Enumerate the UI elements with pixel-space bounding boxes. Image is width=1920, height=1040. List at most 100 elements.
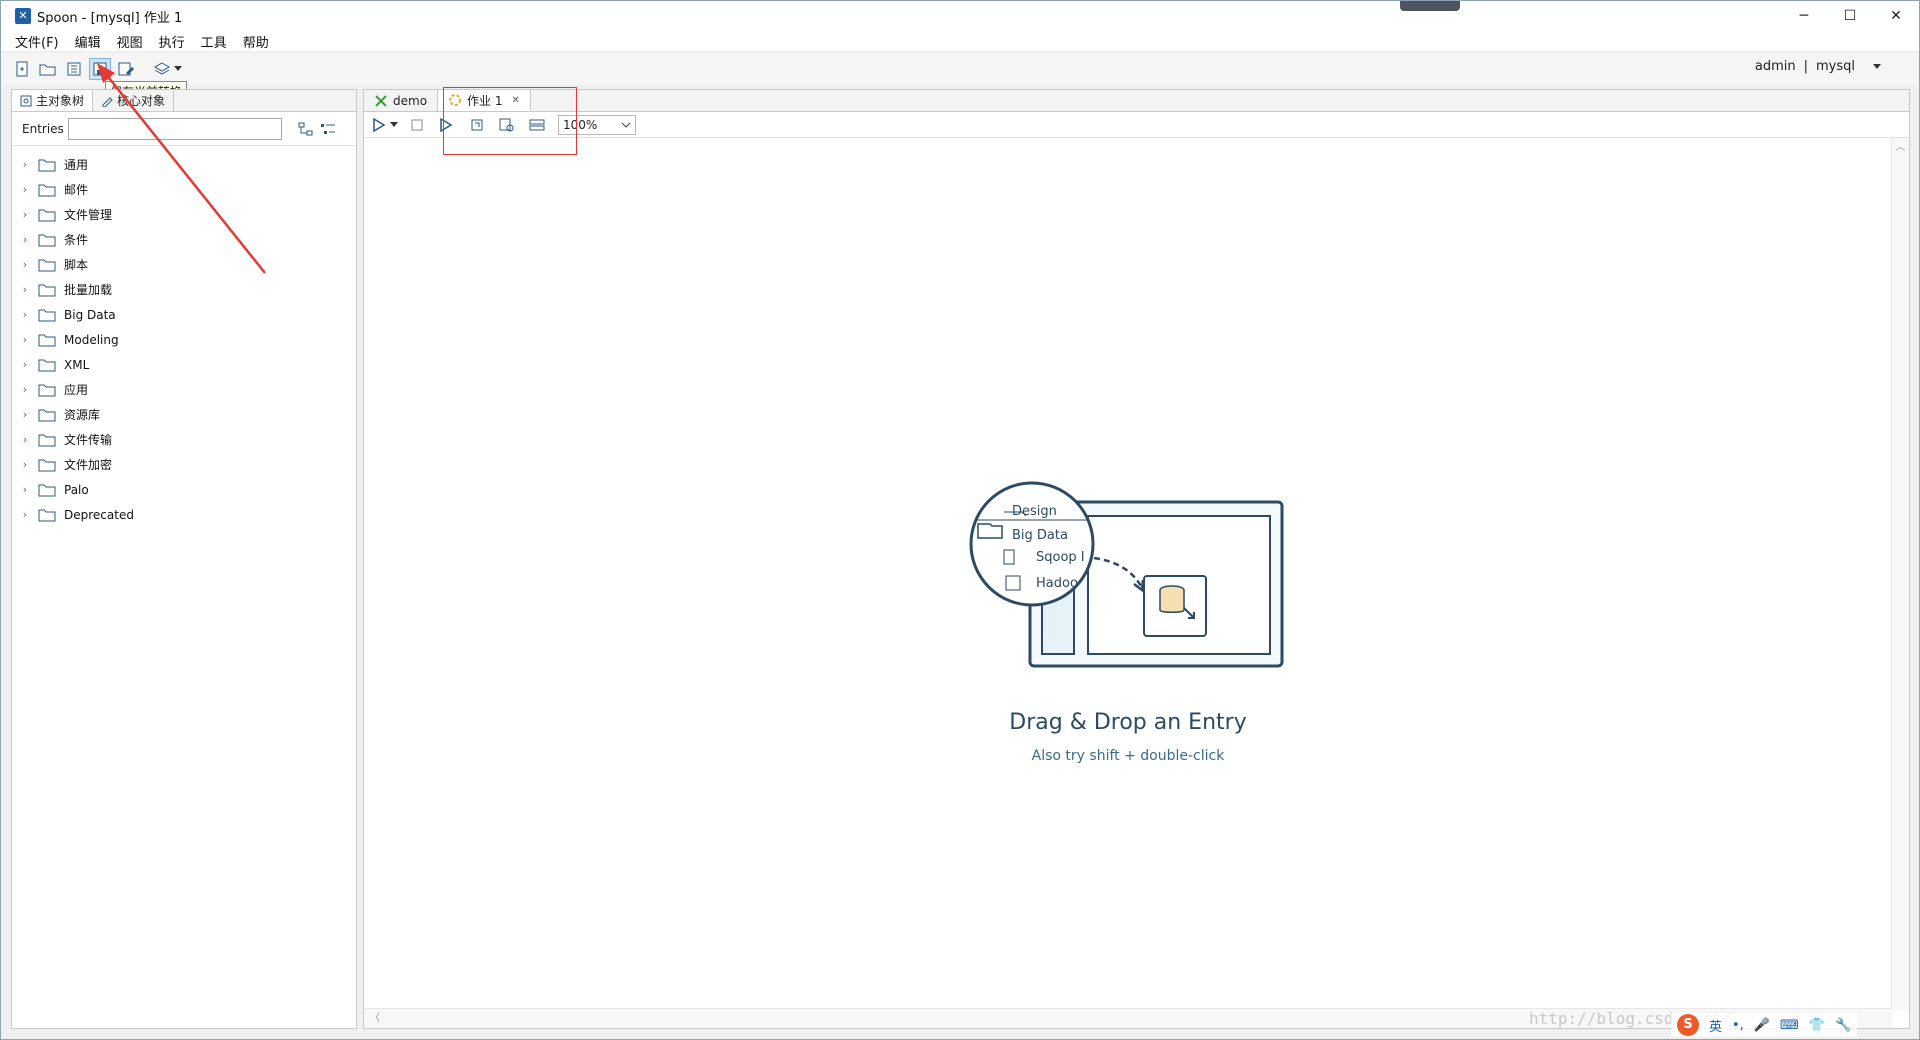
chevron-right-icon[interactable]: › [12, 458, 38, 471]
tab-demo[interactable]: demo [364, 90, 439, 111]
editor-tab-bar: demo 作业 1 ✕ [364, 90, 1909, 112]
folder-icon [38, 434, 56, 446]
chevron-right-icon[interactable]: › [12, 408, 38, 421]
menu-tools[interactable]: 工具 [193, 32, 235, 51]
chevron-down-icon [621, 122, 631, 128]
spoon-window: ✕ Spoon - [mysql] 作业 1 ─ ☐ ✕ 文件(F) 编辑 视图… [0, 0, 1920, 1040]
tree-item[interactable]: › Deprecated [12, 502, 356, 527]
skin-icon[interactable]: 👕 [1809, 1018, 1825, 1033]
save-as-icon[interactable] [115, 58, 137, 80]
chevron-right-icon[interactable]: › [12, 233, 38, 246]
chevron-right-icon[interactable]: › [12, 283, 38, 296]
menu-help[interactable]: 帮助 [235, 32, 277, 51]
main-toolbar [1, 53, 1919, 85]
chevron-right-icon[interactable]: › [12, 158, 38, 171]
chevron-down-icon[interactable] [173, 58, 183, 80]
user-area: admin | mysql [1755, 59, 1881, 74]
close-button[interactable]: ✕ [1873, 1, 1919, 31]
vertical-scrollbar[interactable]: ︿ [1891, 138, 1909, 1010]
drag-drop-illustration [969, 481, 1284, 668]
explore-repository-icon[interactable] [63, 58, 85, 80]
editor-panel: demo 作业 1 ✕ 100% Design Big Data Sqoop I… [363, 89, 1910, 1029]
job-canvas[interactable]: Design Big Data Sqoop In Hadoo Drag & Dr… [364, 138, 1892, 1010]
folder-icon [38, 384, 56, 396]
user-name: admin [1754, 59, 1796, 74]
chevron-right-icon[interactable]: › [12, 383, 38, 396]
tree-item[interactable]: › Big Data [12, 302, 356, 327]
minimize-button[interactable]: ─ [1781, 1, 1827, 31]
entries-search-row: Entries [12, 112, 356, 146]
new-file-icon[interactable] [11, 58, 33, 80]
tree-item-label: Big Data [64, 307, 116, 322]
folder-icon [38, 234, 56, 246]
tree-item[interactable]: › 邮件 [12, 177, 356, 202]
tree-item-label: 文件加密 [64, 458, 113, 472]
collapse-all-icon[interactable] [320, 121, 336, 137]
tree-item-label: Palo [64, 482, 89, 497]
title-bar: ✕ Spoon - [mysql] 作业 1 ─ ☐ ✕ [1, 1, 1919, 31]
tree-icon [20, 95, 32, 106]
tree-item[interactable]: › 文件传输 [12, 427, 356, 452]
entries-search-input[interactable] [68, 117, 282, 140]
keyboard-icon[interactable]: ⌨ [1780, 1018, 1799, 1033]
entries-label: Entries [22, 121, 64, 136]
menu-run[interactable]: 执行 [151, 32, 193, 51]
tab-main-tree-label: 主对象树 [36, 94, 85, 108]
punctuation-icon[interactable]: •, [1732, 1018, 1744, 1033]
tree-item-label: 通用 [64, 158, 89, 172]
tree-item[interactable]: › 资源库 [12, 402, 356, 427]
microphone-icon[interactable]: 🎤 [1754, 1018, 1770, 1033]
chevron-down-icon[interactable] [1873, 59, 1881, 74]
tree-item[interactable]: › 应用 [12, 377, 356, 402]
tree-item[interactable]: › 脚本 [12, 252, 356, 277]
chevron-right-icon[interactable]: › [12, 258, 38, 271]
tree-item[interactable]: › 批量加载 [12, 277, 356, 302]
tab-demo-label: demo [393, 93, 428, 108]
chevron-right-icon[interactable]: › [12, 333, 38, 346]
spoon-icon: ✕ [15, 8, 31, 24]
save-icon[interactable] [89, 58, 111, 80]
chevron-down-icon[interactable] [390, 114, 398, 136]
tree-item[interactable]: › 通用 [12, 152, 356, 177]
open-folder-icon[interactable] [37, 58, 59, 80]
maximize-button[interactable]: ☐ [1827, 1, 1873, 31]
tree-item[interactable]: › Palo [12, 477, 356, 502]
canvas-hint-title: Drag & Drop an Entry [1009, 710, 1247, 735]
chevron-right-icon[interactable]: › [12, 358, 38, 371]
ime-language[interactable]: 英 [1709, 1016, 1722, 1035]
chevron-right-icon[interactable]: › [12, 308, 38, 321]
tree-item-label: 文件传输 [64, 433, 113, 447]
menu-file[interactable]: 文件(F) [1, 32, 67, 51]
menu-view[interactable]: 视图 [109, 32, 151, 51]
tree-item[interactable]: › 条件 [12, 227, 356, 252]
tab-main-tree[interactable]: 主对象树 [12, 90, 94, 111]
external-tab [1400, 1, 1460, 11]
tab-core-objects[interactable]: 核心对象 [93, 90, 175, 111]
tab-core-objects-label: 核心对象 [117, 94, 166, 108]
canvas-toolbar: 100% [364, 112, 1909, 138]
chevron-up-icon[interactable]: ︿ [1892, 138, 1909, 153]
tree-item-label: XML [64, 357, 90, 372]
chevron-right-icon[interactable]: › [12, 183, 38, 196]
tree-item-label: 脚本 [64, 258, 89, 272]
tree-item[interactable]: › XML [12, 352, 356, 377]
chevron-right-icon[interactable]: › [12, 508, 38, 521]
menu-edit[interactable]: 编辑 [67, 32, 109, 51]
chevron-right-icon[interactable]: › [12, 433, 38, 446]
chevron-right-icon[interactable]: › [12, 208, 38, 221]
ime-toolbar: S 英 •, 🎤 ⌨ 👕 🔧 [1671, 1013, 1858, 1037]
chevron-right-icon[interactable]: › [12, 483, 38, 496]
run-icon[interactable] [368, 114, 390, 136]
sogou-logo-icon[interactable]: S [1677, 1014, 1699, 1036]
folder-icon [38, 259, 56, 271]
layers-icon[interactable] [151, 58, 173, 80]
pencil-icon [102, 96, 113, 107]
folder-icon [38, 459, 56, 471]
tree-item[interactable]: › Modeling [12, 327, 356, 352]
wrench-icon[interactable]: 🔧 [1835, 1018, 1851, 1033]
expand-all-icon[interactable] [298, 121, 314, 137]
folder-icon [38, 409, 56, 421]
tree-item[interactable]: › 文件加密 [12, 452, 356, 477]
stop-icon[interactable] [406, 114, 428, 136]
tree-item[interactable]: › 文件管理 [12, 202, 356, 227]
